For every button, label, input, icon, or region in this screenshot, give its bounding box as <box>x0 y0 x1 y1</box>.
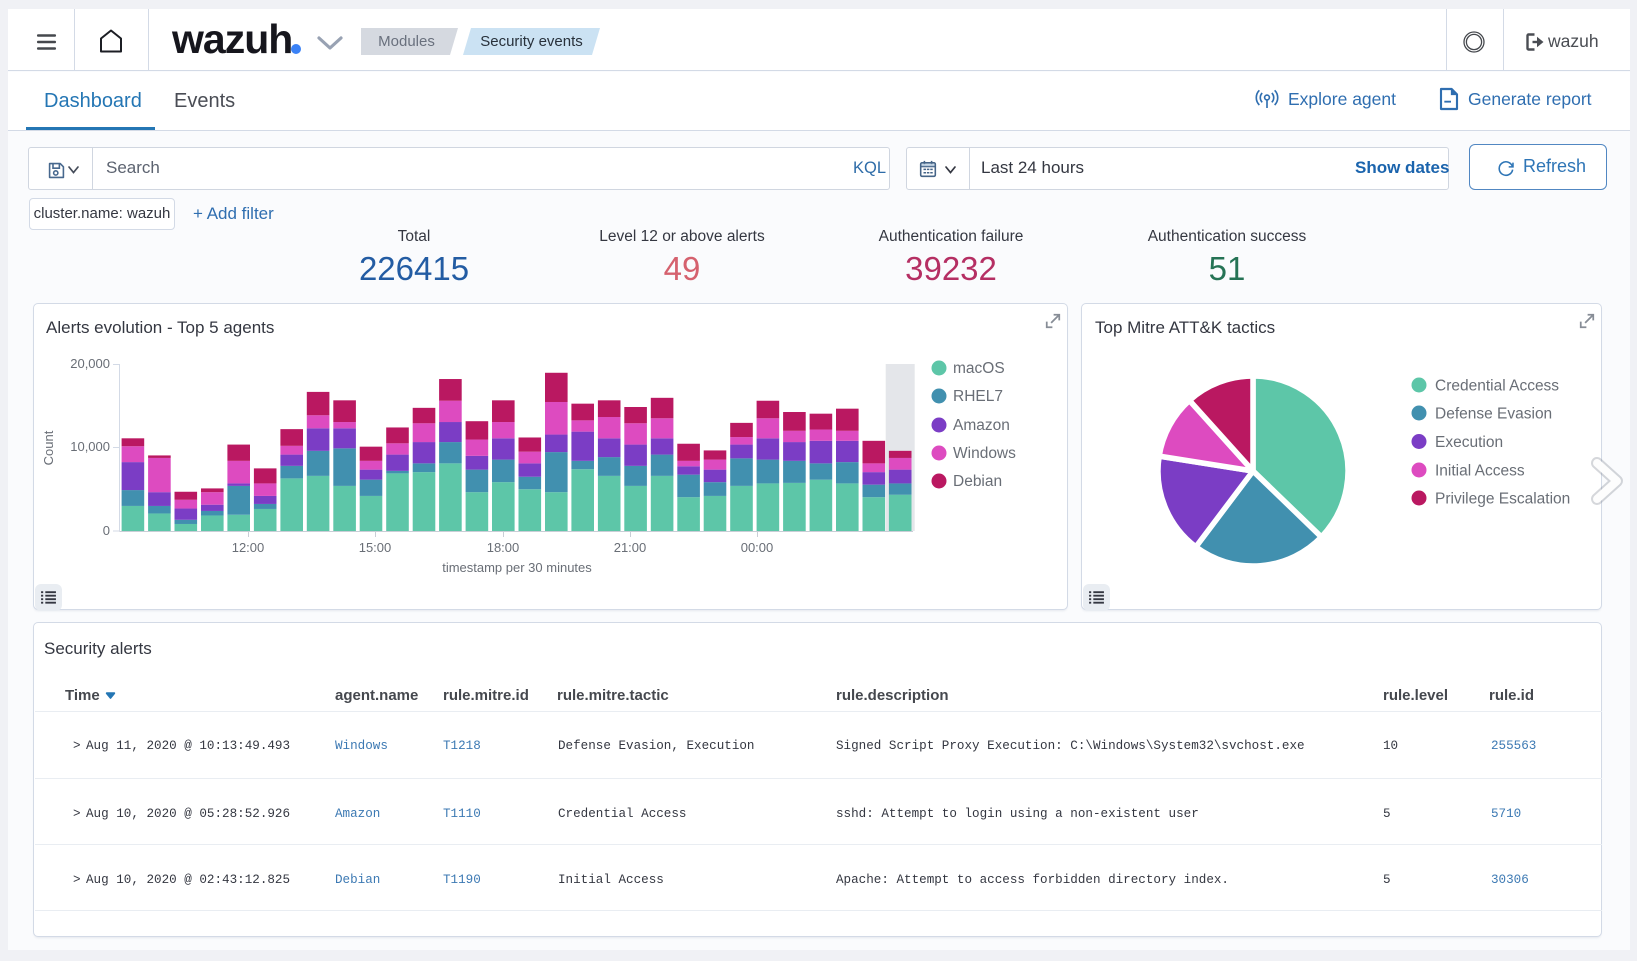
svg-text:Amazon: Amazon <box>953 417 1010 434</box>
svg-text:macOS: macOS <box>953 360 1005 377</box>
svg-text:18:00: 18:00 <box>487 540 520 555</box>
svg-text:00:00: 00:00 <box>741 540 774 555</box>
svg-text:20,000: 20,000 <box>70 356 110 371</box>
svg-text:Initial Access: Initial Access <box>1435 463 1525 480</box>
svg-text:Debian: Debian <box>953 473 1002 490</box>
svg-text:21:00: 21:00 <box>614 540 647 555</box>
svg-text:15:00: 15:00 <box>359 540 392 555</box>
svg-text:Windows: Windows <box>953 445 1016 462</box>
svg-text:10,000: 10,000 <box>70 439 110 454</box>
svg-text:RHEL7: RHEL7 <box>953 388 1003 405</box>
svg-text:Defense Evasion: Defense Evasion <box>1435 406 1552 423</box>
svg-text:Count: Count <box>41 430 56 465</box>
svg-text:Execution: Execution <box>1435 434 1503 451</box>
svg-text:Privilege Escalation: Privilege Escalation <box>1435 491 1570 508</box>
svg-text:timestamp per 30 minutes: timestamp per 30 minutes <box>442 560 592 575</box>
svg-text:Credential Access: Credential Access <box>1435 378 1559 395</box>
svg-text:12:00: 12:00 <box>232 540 265 555</box>
svg-text:0: 0 <box>103 523 110 538</box>
